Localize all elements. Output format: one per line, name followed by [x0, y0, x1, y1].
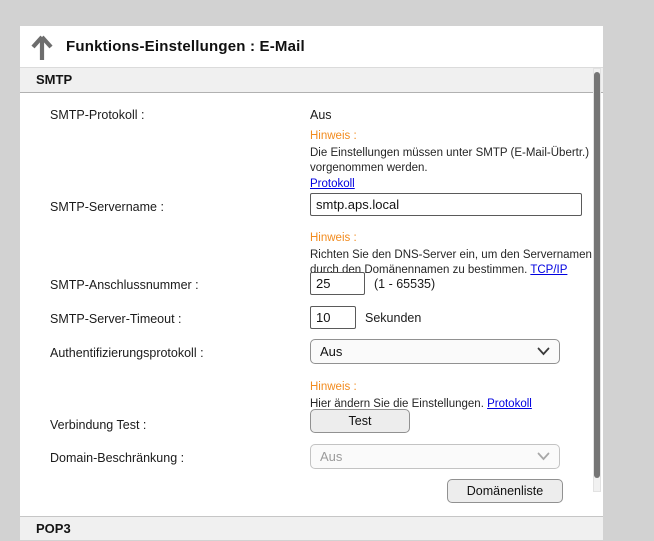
smtp-port-control: (1 - 65535): [310, 272, 435, 295]
section-title-smtp: SMTP: [36, 72, 72, 87]
section-header-smtp: SMTP: [20, 67, 603, 93]
hint-title: Hinweis :: [310, 231, 592, 247]
smtp-port-label: SMTP-Anschlussnummer :: [50, 278, 199, 292]
smtp-server-input[interactable]: [310, 193, 582, 216]
page-header: Funktions-Einstellungen : E-Mail: [20, 26, 603, 67]
page-title: Funktions-Einstellungen : E-Mail: [66, 38, 305, 55]
hint-text: vorgenommen werden.: [310, 161, 589, 177]
content-panel: Funktions-Einstellungen : E-Mail SMTP SM…: [20, 26, 603, 540]
smtp-timeout-control: Sekunden: [310, 306, 421, 329]
test-button[interactable]: Test: [310, 409, 410, 433]
tcpip-link[interactable]: TCP/IP: [530, 264, 567, 276]
auth-protocol-label: Authentifizierungsprotokoll :: [50, 346, 204, 360]
smtp-protocol-value: Aus: [310, 108, 332, 122]
smtp-timeout-input[interactable]: [310, 306, 356, 329]
protokoll-link[interactable]: Protokoll: [487, 398, 532, 410]
auth-protocol-selected-value: Aus: [320, 344, 342, 359]
smtp-timeout-label: SMTP-Server-Timeout :: [50, 312, 182, 326]
hint-text: Richten Sie den DNS-Server ein, um den S…: [310, 248, 592, 264]
smtp-port-input[interactable]: [310, 272, 365, 295]
domain-restriction-label: Domain-Beschränkung :: [50, 451, 184, 465]
domain-restriction-selected-value: Aus: [320, 449, 342, 464]
chevron-down-icon: [537, 452, 550, 461]
protokoll-link[interactable]: Protokoll: [310, 178, 355, 190]
hint-title: Hinweis :: [310, 380, 532, 396]
smtp-protocol-hint: Hinweis : Die Einstellungen müssen unter…: [310, 129, 589, 192]
auth-protocol-select[interactable]: Aus: [310, 339, 560, 364]
domain-restriction-select: Aus: [310, 444, 560, 469]
page: Funktions-Einstellungen : E-Mail SMTP SM…: [0, 0, 654, 540]
hint-title: Hinweis :: [310, 129, 589, 145]
scrollbar-thumb[interactable]: [594, 72, 600, 478]
back-up-arrow-icon[interactable]: [30, 33, 54, 61]
hint-text: Hier ändern Sie die Einstellungen.: [310, 398, 484, 410]
smtp-port-range: (1 - 65535): [374, 277, 435, 291]
chevron-down-icon: [537, 347, 550, 356]
section-header-pop3: POP3: [20, 516, 603, 540]
connection-test-label: Verbindung Test :: [50, 418, 146, 432]
smtp-timeout-unit: Sekunden: [365, 311, 421, 325]
hint-text: Die Einstellungen müssen unter SMTP (E-M…: [310, 146, 589, 162]
smtp-server-label: SMTP-Servername :: [50, 200, 164, 214]
smtp-protocol-label: SMTP-Protokoll :: [50, 108, 144, 122]
auth-protocol-hint: Hinweis : Hier ändern Sie die Einstellun…: [310, 380, 532, 412]
section-title-pop3: POP3: [36, 521, 71, 536]
domain-list-button[interactable]: Domänenliste: [447, 479, 563, 503]
